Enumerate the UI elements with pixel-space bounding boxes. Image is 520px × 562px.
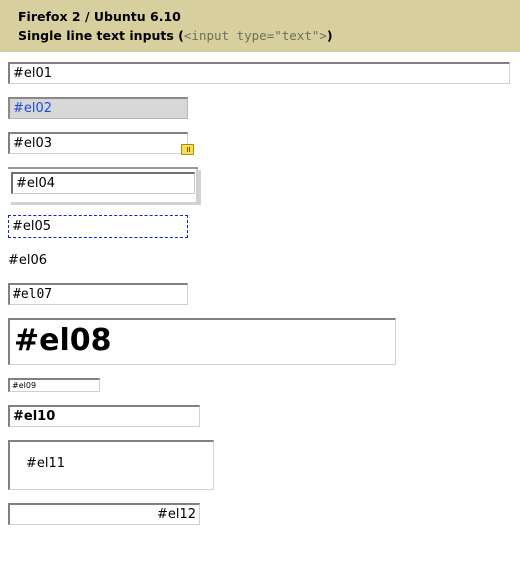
subtitle-suffix: ) xyxy=(327,28,333,43)
input-el12-right-aligned[interactable] xyxy=(8,503,200,525)
input-el07-monospace[interactable] xyxy=(8,283,188,305)
input-el04-frame xyxy=(8,167,198,202)
input-el08-large[interactable] xyxy=(8,318,396,365)
input-el10-bold[interactable] xyxy=(8,405,200,427)
input-el03-wrap xyxy=(8,132,188,154)
header-title: Firefox 2 / Ubuntu 6.10 xyxy=(18,8,502,27)
subtitle-code: <input type="text"> xyxy=(184,28,327,43)
input-el06-borderless[interactable] xyxy=(8,251,188,270)
page-header: Firefox 2 / Ubuntu 6.10 Single line text… xyxy=(0,0,520,52)
password-key-icon xyxy=(181,144,194,155)
input-el11-padded[interactable] xyxy=(8,440,214,490)
input-el04[interactable] xyxy=(11,172,195,194)
input-el03[interactable] xyxy=(8,132,188,154)
input-el09-tiny[interactable] xyxy=(8,378,100,392)
input-el05-dashed[interactable] xyxy=(8,215,188,238)
input-el01[interactable] xyxy=(8,62,510,84)
demo-area xyxy=(0,52,520,548)
input-el02-disabled xyxy=(8,97,188,119)
header-subtitle: Single line text inputs (<input type="te… xyxy=(18,27,502,46)
subtitle-prefix: Single line text inputs ( xyxy=(18,28,184,43)
